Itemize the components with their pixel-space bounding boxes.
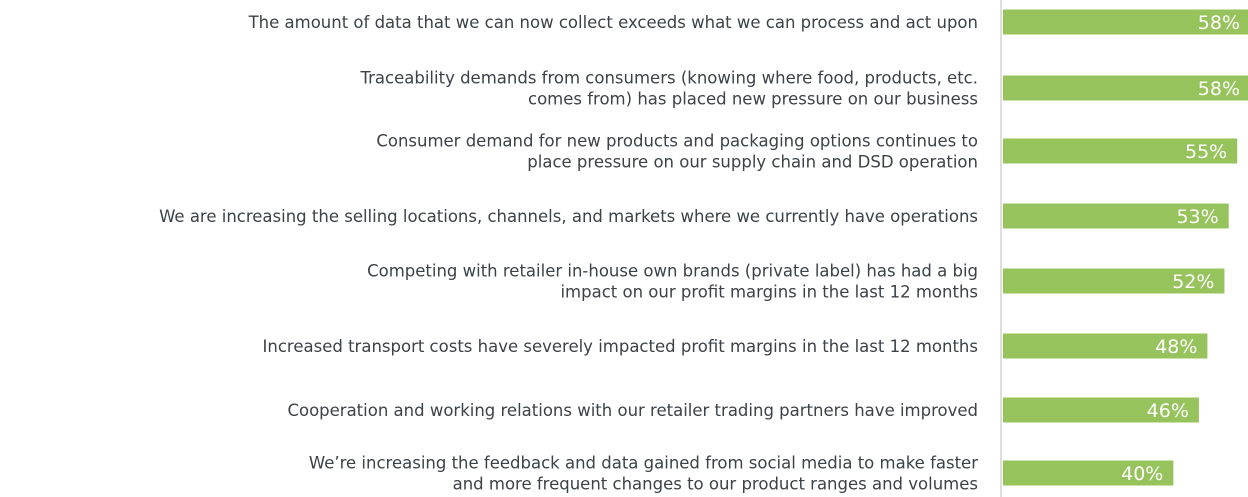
category-label-line: Competing with retailer in-house own bra… <box>367 262 978 281</box>
category-label-line: comes from) has placed new pressure on o… <box>528 90 978 109</box>
category-label: We are increasing the selling locations,… <box>159 207 978 226</box>
category-label: Competing with retailer in-house own bra… <box>367 262 978 302</box>
category-label-line: and more frequent changes to our product… <box>453 475 978 494</box>
category-label: Cooperation and working relations with o… <box>287 401 978 420</box>
value-label: 40% <box>1121 463 1163 485</box>
category-label: Increased transport costs have severely … <box>263 337 978 356</box>
category-label: Traceability demands from consumers (kno… <box>359 69 978 109</box>
value-label: 52% <box>1172 271 1214 293</box>
category-label-line: place pressure on our supply chain and D… <box>527 153 978 172</box>
category-label-line: We’re increasing the feedback and data g… <box>309 454 978 473</box>
category-label-line: Consumer demand for new products and pac… <box>376 132 978 151</box>
category-label-line: The amount of data that we can now colle… <box>248 13 978 32</box>
category-label-line: Increased transport costs have severely … <box>263 337 978 356</box>
value-label: 48% <box>1155 336 1197 358</box>
value-label: 58% <box>1198 78 1240 100</box>
category-label-line: Cooperation and working relations with o… <box>287 401 978 420</box>
category-label: We’re increasing the feedback and data g… <box>309 454 978 494</box>
category-labels: The amount of data that we can now colle… <box>159 13 978 494</box>
value-label: 58% <box>1198 12 1240 34</box>
category-label-line: We are increasing the selling locations,… <box>159 207 978 226</box>
category-label-line: impact on our profit margins in the last… <box>560 283 978 302</box>
category-label: The amount of data that we can now colle… <box>248 13 978 32</box>
category-label-line: Traceability demands from consumers (kno… <box>359 69 978 88</box>
category-label: Consumer demand for new products and pac… <box>376 132 978 172</box>
value-label: 55% <box>1185 141 1227 163</box>
value-label: 53% <box>1176 206 1218 228</box>
bar-chart: The amount of data that we can now colle… <box>159 0 1248 497</box>
value-label: 46% <box>1147 400 1189 422</box>
